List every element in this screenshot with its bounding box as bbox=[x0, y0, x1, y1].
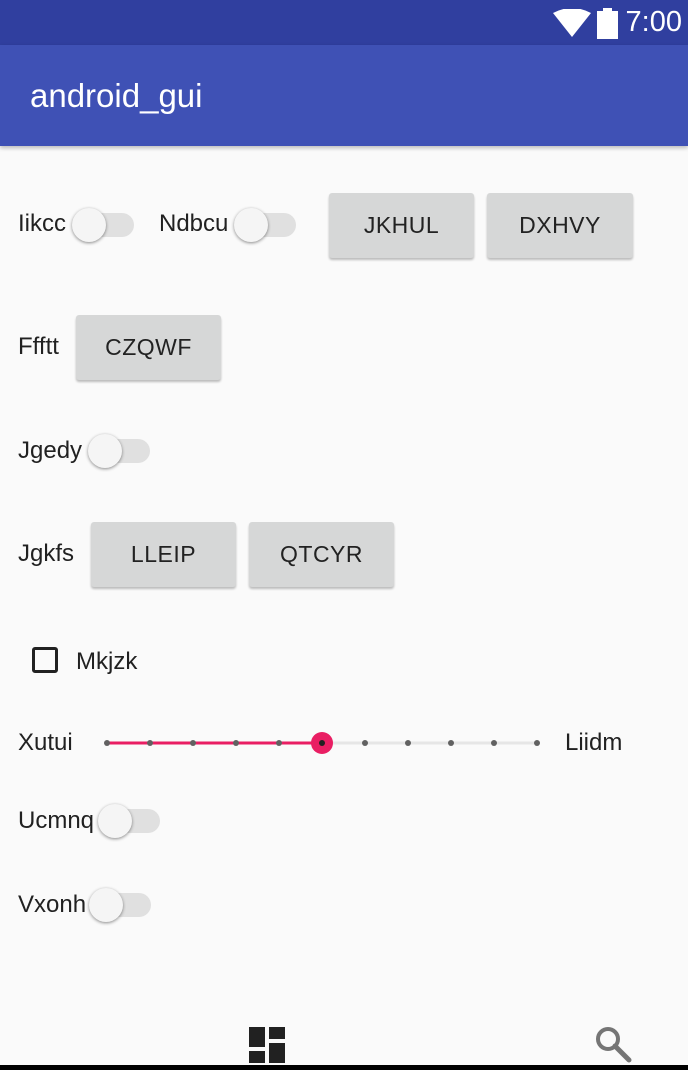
dashboard-icon[interactable] bbox=[249, 1027, 285, 1063]
dxhvy-button[interactable]: DXHVY bbox=[487, 193, 633, 258]
app-bar: android_gui bbox=[0, 45, 688, 146]
seek-tick bbox=[491, 740, 497, 746]
switch-label-jgedy: Jgedy bbox=[18, 437, 83, 464]
seek-bar[interactable] bbox=[100, 726, 544, 760]
seek-tick bbox=[233, 740, 239, 746]
label-jgkfs: Jgkfs bbox=[18, 540, 75, 567]
app-title: android_gui bbox=[30, 77, 203, 114]
search-icon[interactable] bbox=[594, 1025, 632, 1063]
jkhul-button[interactable]: JKHUL bbox=[329, 193, 474, 258]
seek-tick bbox=[147, 740, 153, 746]
seek-label-left: Xutui bbox=[18, 729, 73, 756]
switch-label-vxonh: Vxonh bbox=[18, 891, 87, 918]
seek-thumb-dot bbox=[319, 740, 325, 746]
switch-label-likcc: Iikcc bbox=[18, 210, 66, 237]
qtcyr-button[interactable]: QTCYR bbox=[249, 522, 394, 587]
switch-label-ucmnq: Ucmnq bbox=[18, 807, 95, 834]
seek-tick bbox=[448, 740, 454, 746]
checkbox-mkjzk[interactable] bbox=[32, 647, 58, 673]
seek-tick bbox=[405, 740, 411, 746]
seek-tick bbox=[362, 740, 368, 746]
czqwf-button[interactable]: CZQWF bbox=[76, 315, 221, 380]
seek-tick bbox=[104, 740, 110, 746]
seek-tick bbox=[276, 740, 282, 746]
wifi-icon bbox=[553, 9, 591, 37]
lleip-button[interactable]: LLEIP bbox=[91, 522, 236, 587]
seek-tick bbox=[534, 740, 540, 746]
status-time: 7:00 bbox=[625, 6, 682, 38]
checkbox-label-mkjzk: Mkjzk bbox=[76, 648, 138, 675]
switch-label-ndbcu: Ndbcu bbox=[159, 210, 229, 237]
seek-label-right: Liidm bbox=[565, 729, 623, 756]
label-fffft: Ffftt bbox=[18, 333, 59, 360]
status-bar: 7:00 bbox=[0, 0, 688, 45]
battery-icon bbox=[597, 8, 618, 39]
seek-tick bbox=[190, 740, 196, 746]
system-nav-bar bbox=[0, 1065, 688, 1070]
